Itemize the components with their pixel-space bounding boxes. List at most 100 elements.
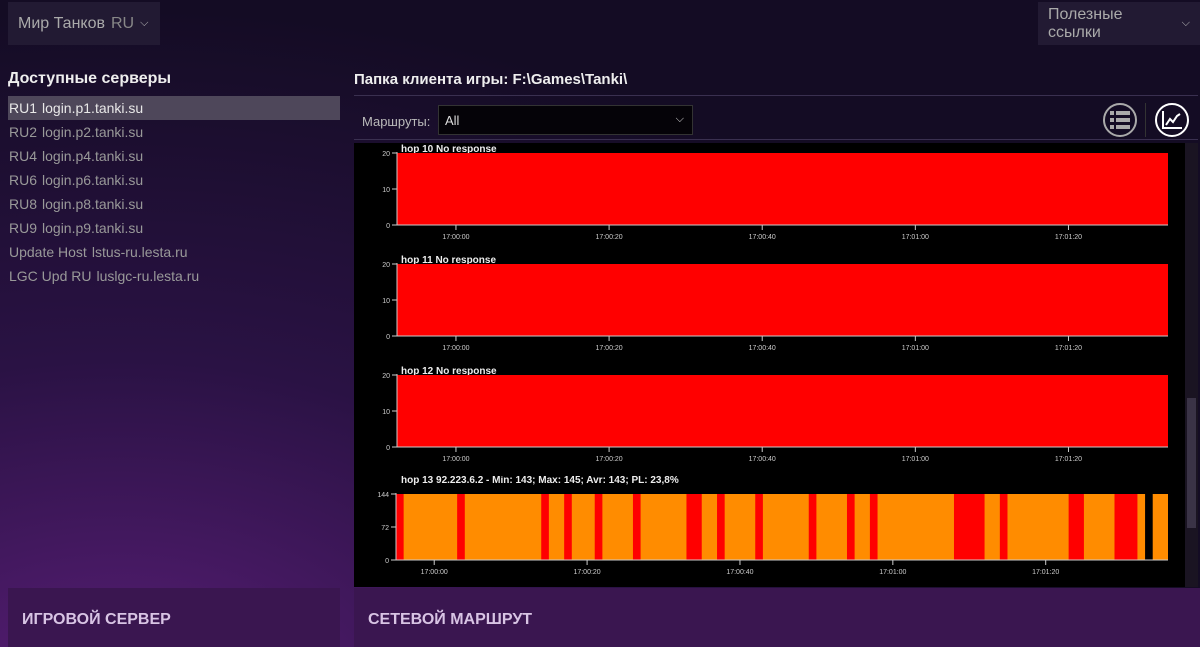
server-host: login.p6.tanki.su <box>42 172 144 188</box>
packet-loss-bar <box>632 494 641 560</box>
game-server-label: ИГРОВОЙ СЕРВЕР <box>22 611 171 628</box>
server-host: lstus-ru.lesta.ru <box>91 244 188 260</box>
packet-loss-bar <box>397 153 1168 225</box>
y-tick-label: 0 <box>386 334 390 341</box>
packet-loss-bar <box>686 494 702 560</box>
server-item[interactable]: RU2 login.p2.tanki.su <box>8 120 340 144</box>
y-tick-label: 20 <box>382 262 390 269</box>
y-tick-label: 0 <box>385 558 389 565</box>
packet-loss-bar <box>541 494 549 560</box>
server-code: LGC Upd RU <box>9 268 92 284</box>
server-code: RU8 <box>9 196 38 212</box>
x-tick-label: 17:00:00 <box>442 345 469 352</box>
chart-view-button[interactable] <box>1155 103 1189 137</box>
x-tick-label: 17:01:00 <box>902 234 929 241</box>
server-code: RU1 <box>9 100 38 116</box>
server-code: Update Host <box>9 244 87 260</box>
useful-links-dropdown[interactable]: Полезные ссылки ⌵ <box>1038 2 1200 45</box>
server-item[interactable]: RU1 login.p1.tanki.su <box>8 96 340 120</box>
y-tick-label: 0 <box>386 223 390 230</box>
packet-loss-bar <box>1114 494 1138 560</box>
y-tick-label: 10 <box>382 298 390 305</box>
x-tick-label: 17:01:20 <box>1055 234 1082 241</box>
packet-loss-bar <box>396 494 404 560</box>
y-tick-label: 144 <box>377 492 389 499</box>
x-tick-label: 17:00:40 <box>749 456 776 463</box>
folder-path[interactable]: F:\Games\Tanki\ <box>513 71 628 88</box>
y-tick-label: 20 <box>382 151 390 158</box>
x-tick-label: 17:01:00 <box>879 569 906 576</box>
server-item[interactable]: Update Host lstus-ru.lesta.ru <box>8 240 340 264</box>
divider <box>1145 103 1146 137</box>
x-tick-label: 17:00:00 <box>442 456 469 463</box>
divider <box>354 95 1198 96</box>
x-tick-label: 17:00:20 <box>573 569 600 576</box>
chevron-down-icon: ⌵ <box>675 113 684 125</box>
x-tick-label: 17:01:20 <box>1032 569 1059 576</box>
y-tick-label: 10 <box>382 409 390 416</box>
server-item[interactable]: LGC Upd RU luslgc-ru.lesta.ru <box>8 264 340 288</box>
server-code: RU9 <box>9 220 38 236</box>
chart-title: hop 13 92.223.6.2 - Min: 143; Max: 145; … <box>401 476 679 486</box>
packet-loss-bar <box>808 494 817 560</box>
packet-loss-bar <box>755 494 763 560</box>
game-server-panel[interactable]: ИГРОВОЙ СЕРВЕР <box>8 588 340 647</box>
server-host: login.p2.tanki.su <box>42 124 144 140</box>
server-host: luslgc-ru.lesta.ru <box>96 268 200 284</box>
packet-loss-bar <box>717 494 725 560</box>
chevron-down-icon: ⌵ <box>1181 17 1190 29</box>
charts-scrollbar[interactable] <box>1185 143 1198 587</box>
server-item[interactable]: RU9 login.p9.tanki.su <box>8 216 340 240</box>
hop-chart: hop 12 No response0102017:00:00 17:00:20 1… <box>382 366 1168 463</box>
game-selector[interactable]: Мир Танков RU ⌵ <box>8 2 160 45</box>
packet-loss-bar <box>457 494 465 560</box>
server-code: RU6 <box>9 172 38 188</box>
latency-area <box>396 494 1168 560</box>
routes-select[interactable]: All ⌵ <box>438 105 693 135</box>
no-data-gap <box>1145 494 1153 560</box>
x-tick-label: 17:00:40 <box>749 345 776 352</box>
packet-loss-bar <box>953 494 985 560</box>
server-host: login.p4.tanki.su <box>42 148 144 164</box>
y-tick-label: 10 <box>382 187 390 194</box>
server-code: RU4 <box>9 148 38 164</box>
network-route-panel[interactable]: СЕТЕВОЙ МАРШРУТ <box>354 588 1200 647</box>
x-tick-label: 17:00:00 <box>442 234 469 241</box>
packet-loss-bar <box>869 494 878 560</box>
server-host: login.p1.tanki.su <box>42 100 144 116</box>
region: RU <box>110 14 135 32</box>
x-tick-label: 17:00:20 <box>595 345 622 352</box>
line-chart-icon <box>1162 111 1182 129</box>
routes-label: Маршруты: <box>362 114 431 129</box>
game-name: Мир Танков <box>18 14 105 32</box>
servers-title: Доступные серверы <box>8 70 172 87</box>
list-icon <box>1110 111 1130 129</box>
useful-links-label: Полезные ссылки <box>1048 5 1123 41</box>
server-host: login.p8.tanki.su <box>42 196 144 212</box>
hop-charts: hop 10 No response 0 10 20 17:00:00 17:00:20 1… <box>354 143 1185 587</box>
client-folder: Папка клиента игры: F:\Games\Tanki\ <box>354 71 627 88</box>
packet-loss-bar <box>846 494 855 560</box>
divider <box>354 139 1198 140</box>
x-tick-label: 17:01:00 <box>902 345 929 352</box>
scrollbar-thumb[interactable] <box>1187 398 1196 528</box>
packet-loss-bar <box>594 494 603 560</box>
server-list: RU1 login.p1.tanki.su RU2 login.p2.tanki.su… <box>8 96 340 288</box>
hop-chart: hop 13 92.223.6.2 - Min: 143; Max: 145; … <box>377 476 1168 576</box>
packet-loss-bar <box>397 375 1168 447</box>
y-tick-label: 20 <box>382 373 390 380</box>
folder-label: Папка клиента игры: <box>354 71 509 88</box>
hop-chart: hop 10 No response0102017:00:00 17:00:20 1… <box>382 144 1168 241</box>
server-code: RU2 <box>9 124 38 140</box>
x-tick-label: 17:00:20 <box>595 456 622 463</box>
server-item[interactable]: RU6 login.p6.tanki.su <box>8 168 340 192</box>
list-view-button[interactable] <box>1103 103 1137 137</box>
x-tick-label: 17:00:40 <box>726 569 753 576</box>
y-tick-label: 0 <box>386 445 390 452</box>
server-item[interactable]: RU8 login.p8.tanki.su <box>8 192 340 216</box>
x-tick-label: 17:00:20 <box>595 234 622 241</box>
x-tick-label: 17:00:40 <box>749 234 776 241</box>
chevron-down-icon: ⌵ <box>140 17 149 29</box>
packet-loss-bar <box>397 264 1168 336</box>
server-item[interactable]: RU4 login.p4.tanki.su <box>8 144 340 168</box>
